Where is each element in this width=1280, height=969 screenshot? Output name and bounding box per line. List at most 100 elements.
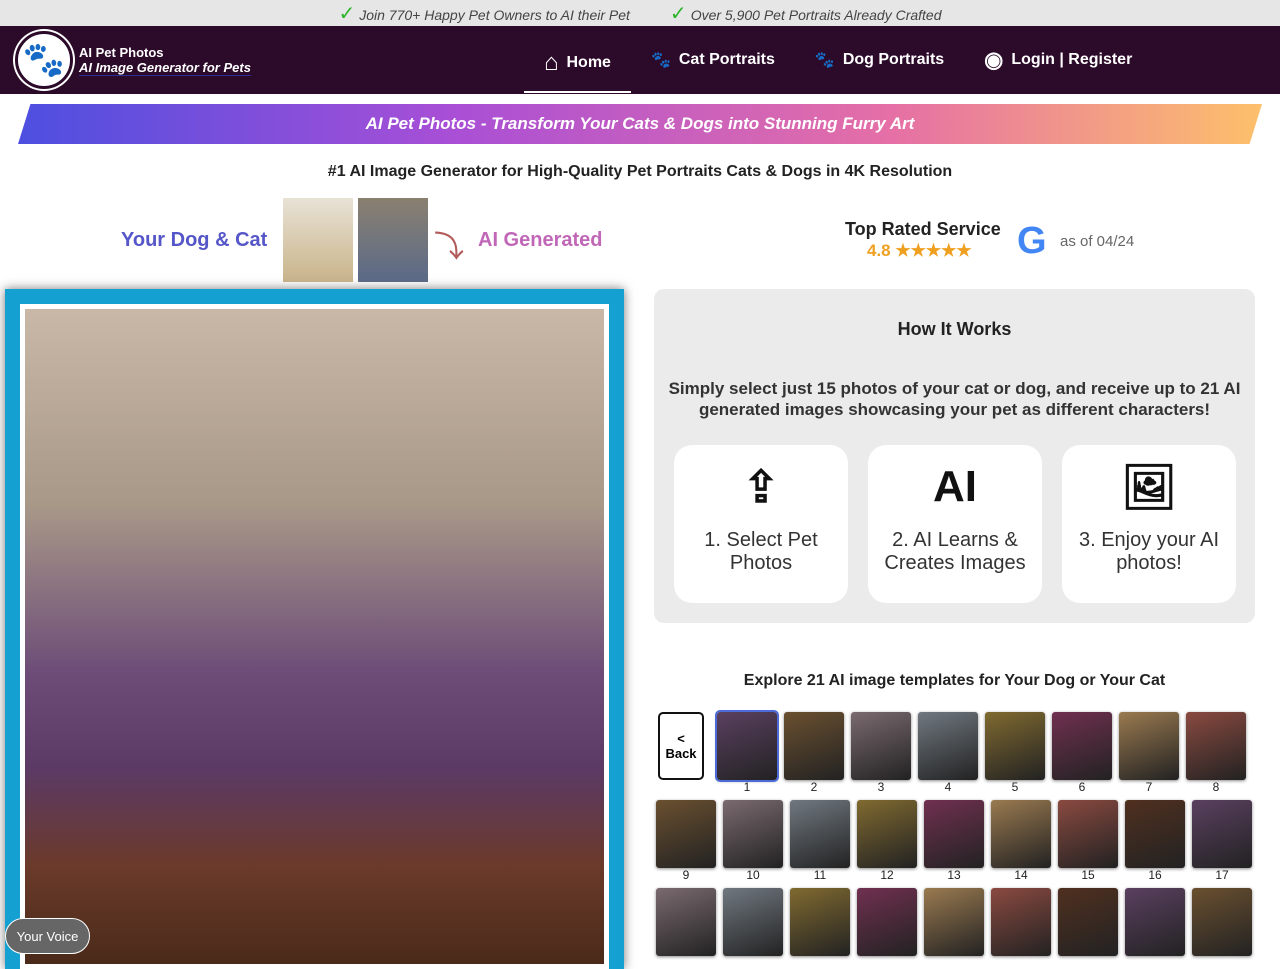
- nav-home[interactable]: ⌂ Home: [524, 35, 631, 93]
- cat-photo: [358, 198, 428, 282]
- rating-score: 4.8 ★★★★★: [867, 241, 972, 260]
- template-number: 6: [1078, 780, 1086, 794]
- template-number: 2: [810, 780, 818, 794]
- step-select: ⇪ 1. Select Pet Photos: [674, 445, 848, 603]
- template-number: 5: [1011, 780, 1019, 794]
- template-image: [1119, 712, 1179, 780]
- ai-generated-label: AI Generated: [478, 229, 603, 251]
- cat-in-suit-image: [25, 309, 604, 964]
- check-icon: ✓: [669, 2, 687, 25]
- template-image: [723, 888, 783, 956]
- template-thumbnail[interactable]: [991, 888, 1051, 956]
- template-thumbnail[interactable]: 6: [1052, 712, 1112, 794]
- template-thumbnail[interactable]: 10: [723, 800, 783, 882]
- your-pet-label: Your Dog & Cat: [121, 229, 268, 251]
- template-thumbnail[interactable]: [790, 888, 850, 956]
- template-thumbnail[interactable]: 1: [715, 710, 779, 794]
- template-number: 1: [743, 780, 751, 794]
- how-title: How It Works: [897, 319, 1012, 339]
- google-icon: G: [1017, 220, 1047, 262]
- nav-login-register[interactable]: ◉ Login | Register: [964, 31, 1152, 89]
- template-number: 3: [877, 780, 885, 794]
- subtitle: #1 AI Image Generator for High-Quality P…: [327, 163, 953, 180]
- template-image: [991, 800, 1051, 868]
- template-number: 11: [813, 868, 827, 882]
- template-image: [1125, 888, 1185, 956]
- how-it-works-panel: How It Works Simply select just 15 photo…: [654, 289, 1255, 623]
- template-image: [1186, 712, 1246, 780]
- template-image: [656, 888, 716, 956]
- template-thumbnail[interactable]: [1058, 888, 1118, 956]
- announcement-1: ✓ Join 770+ Happy Pet Owners to AI their …: [338, 2, 630, 25]
- template-number: 14: [1014, 868, 1028, 882]
- template-image: [924, 888, 984, 956]
- template-image: [857, 888, 917, 956]
- announcement-2: ✓ Over 5,900 Pet Portraits Already Crafte…: [669, 2, 942, 25]
- template-thumbnail[interactable]: 11: [790, 800, 850, 882]
- your-voice-button[interactable]: Your Voice: [5, 918, 90, 954]
- template-thumbnail[interactable]: 12: [857, 800, 917, 882]
- template-thumbnail[interactable]: [723, 888, 783, 956]
- user-icon: ◉: [984, 47, 1004, 72]
- template-thumbnail[interactable]: [1125, 888, 1185, 956]
- template-number: 7: [1145, 780, 1153, 794]
- hero-image-frame: [5, 289, 624, 969]
- nav-cat-portraits[interactable]: 🐾 Cat Portraits: [631, 31, 795, 89]
- dog-photo: [283, 198, 353, 282]
- template-thumbnail[interactable]: 4: [918, 712, 978, 794]
- template-thumbnail[interactable]: 3: [851, 712, 911, 794]
- rating-date: as of 04/24: [1060, 233, 1135, 250]
- rating-title: Top Rated Service: [845, 219, 1001, 239]
- back-button[interactable]: < Back: [658, 712, 704, 780]
- template-image: [790, 888, 850, 956]
- brand[interactable]: AI Pet Photos AI Image Generator for Pets: [79, 45, 251, 76]
- template-image: [985, 712, 1045, 780]
- template-image: [1192, 800, 1252, 868]
- template-image: [857, 800, 917, 868]
- template-thumbnail[interactable]: 16: [1125, 800, 1185, 882]
- template-thumbnail[interactable]: 5: [985, 712, 1045, 794]
- home-icon: ⌂: [544, 49, 559, 76]
- template-image: [790, 800, 850, 868]
- nav-dog-portraits[interactable]: 🐾 Dog Portraits: [795, 31, 964, 89]
- template-number: 13: [947, 868, 961, 882]
- explore-title: Explore 21 AI image templates for Your D…: [743, 672, 1166, 689]
- template-thumbnail[interactable]: 2: [784, 712, 844, 794]
- template-image: [924, 800, 984, 868]
- template-number: 17: [1215, 868, 1229, 882]
- template-thumbnail[interactable]: 8: [1186, 712, 1246, 794]
- paw-logo-icon[interactable]: 🐾: [15, 31, 73, 89]
- template-image: [656, 800, 716, 868]
- template-thumbnail[interactable]: 14: [991, 800, 1051, 882]
- template-thumbnail[interactable]: 13: [924, 800, 984, 882]
- template-image: [1058, 800, 1118, 868]
- template-thumbnail[interactable]: 15: [1058, 800, 1118, 882]
- template-thumbnail[interactable]: 17: [1192, 800, 1252, 882]
- template-image: [1052, 712, 1112, 780]
- template-thumbnail[interactable]: [1192, 888, 1252, 956]
- how-description: Simply select just 15 photos of your cat…: [668, 379, 1241, 419]
- top-announcement-bar: ✓ Join 770+ Happy Pet Owners to AI their …: [0, 0, 1280, 26]
- template-number: 12: [880, 868, 894, 882]
- template-image: [723, 800, 783, 868]
- upload-icon: ⇪: [742, 462, 780, 512]
- template-image: [1058, 888, 1118, 956]
- template-image: [1192, 888, 1252, 956]
- template-image: [1125, 800, 1185, 868]
- paw-icon: 🐾: [650, 52, 671, 69]
- template-thumbnail[interactable]: [857, 888, 917, 956]
- paw-icon: 🐾: [814, 52, 835, 69]
- image-icon: 🖼: [1121, 463, 1177, 512]
- template-number: 16: [1148, 868, 1162, 882]
- template-thumbnail[interactable]: [924, 888, 984, 956]
- hero-banner: AI Pet Photos - Transform Your Cats & Do…: [18, 104, 1262, 144]
- star-icons: ★★★★★: [895, 241, 972, 260]
- template-thumbnail[interactable]: 9: [656, 800, 716, 882]
- template-image: [991, 888, 1051, 956]
- template-image: [918, 712, 978, 780]
- main-nav: 🐾 AI Pet Photos AI Image Generator for Pe…: [0, 26, 1280, 94]
- template-number: 9: [682, 868, 690, 882]
- template-thumbnail[interactable]: [656, 888, 716, 956]
- template-thumbnail[interactable]: 7: [1119, 712, 1179, 794]
- template-image: [851, 712, 911, 780]
